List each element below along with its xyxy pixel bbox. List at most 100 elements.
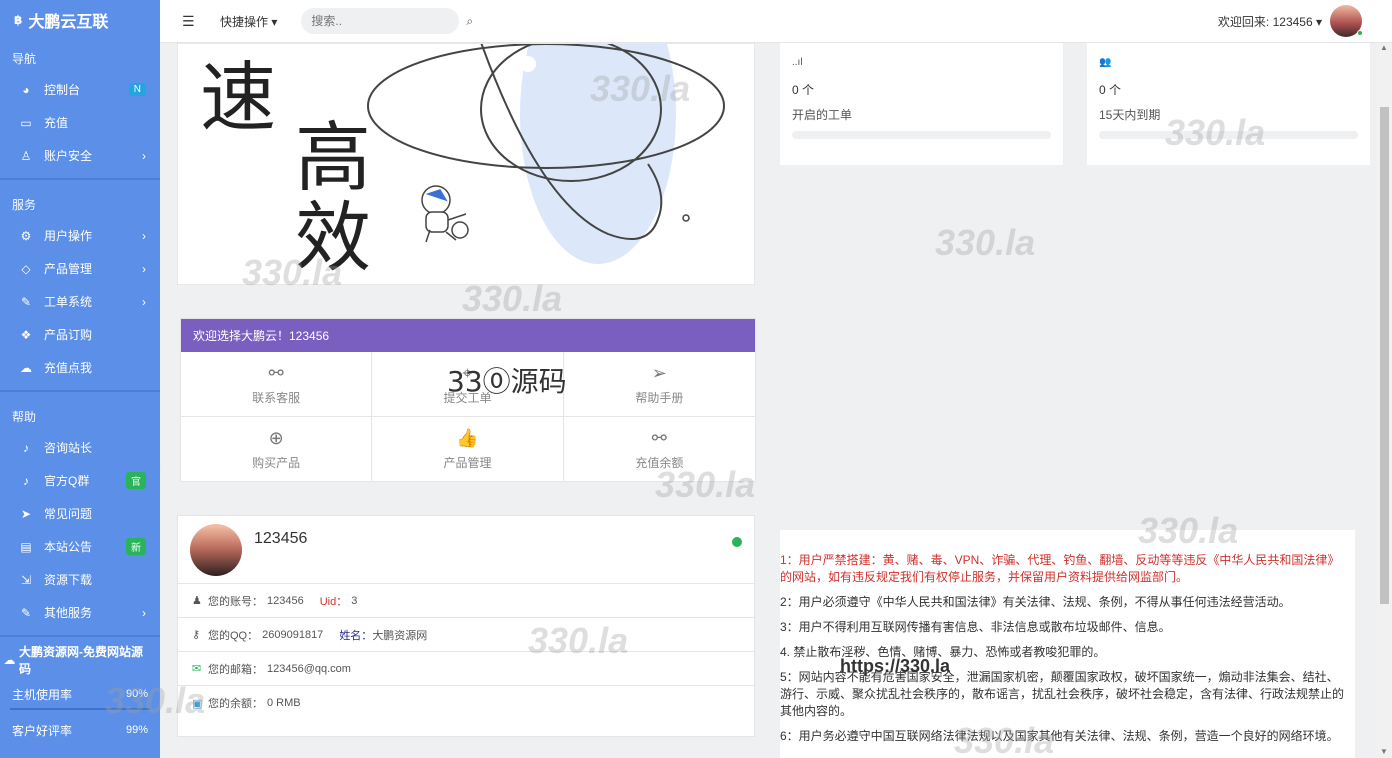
sidebar-item-user-ops[interactable]: ⚙ 用户操作 ›	[0, 219, 160, 252]
sidebar-item-label: 产品订购	[44, 328, 93, 342]
brand[interactable]: ฿ 大鹏云互联	[0, 0, 160, 40]
sidebar-item-label: 常见问题	[44, 507, 93, 521]
sidebar-item-dashboard[interactable]: ◕ 控制台 N	[0, 73, 160, 106]
sidebar-item-label: 咨询站长	[44, 441, 93, 455]
search-input[interactable]	[311, 14, 467, 28]
host-usage-stat: 主机使用率 90%	[0, 676, 160, 712]
profile-header: 123456	[178, 516, 754, 584]
card-label: 15天内到期	[1099, 108, 1161, 122]
stat-value: 99%	[125, 724, 148, 736]
progress-bar	[792, 131, 1051, 139]
hero-char-speed: 速	[200, 53, 276, 142]
bell-icon: ♪	[23, 473, 29, 488]
key-icon: ⚷	[192, 629, 201, 641]
stat-label: 客户好评率	[12, 723, 73, 738]
sidebar-item-recharge[interactable]: ▭ 充值	[0, 106, 160, 139]
field-value: 123456	[267, 594, 304, 607]
official-badge: 官	[126, 472, 146, 489]
avatar[interactable]	[1330, 5, 1363, 37]
search-icon[interactable]: ⌕	[466, 14, 473, 29]
card-count: 0 个	[792, 83, 815, 97]
sidebar-item-label: 充值	[44, 116, 69, 130]
stat-value: 90%	[125, 688, 148, 700]
sidebar-item-account-security[interactable]: ♙ 账户安全 ›	[0, 139, 160, 172]
section-title-nav: 导航	[12, 52, 37, 66]
scroll-up-icon[interactable]: ▲	[1380, 43, 1388, 52]
profile-avatar	[190, 523, 242, 576]
field-label: 您的余额：	[208, 698, 263, 710]
chevron-right-icon: ›	[142, 148, 146, 163]
notice-panel: 1：用户严禁搭建：黄、赌、毒、VPN、诈骗、代理、钓鱼、翻墙、反动等等违反《中华…	[780, 530, 1355, 758]
shortcut-help-manual[interactable]: ➢ 帮助手册	[563, 352, 755, 417]
quick-actions-dropdown[interactable]: 快捷操作 ▾	[220, 13, 277, 30]
profile-panel: 123456 ♟ 您的账号： 123456 Uid： 3 ⚷ 您的QQ： 260…	[177, 515, 755, 737]
search-box: ⌕	[301, 8, 473, 34]
sidebar-item-label: 充值点我	[44, 361, 93, 375]
profile-row-qq: ⚷ 您的QQ： 2609091817 姓名： 大鹏资源网	[178, 618, 754, 652]
page-scrollbar[interactable]: ▲ ▼	[1377, 43, 1392, 758]
field-label: 您的账号：	[208, 595, 263, 608]
sidebar-item-recharge-me[interactable]: ☁ 充值点我	[0, 351, 160, 384]
shortcut-label: 充值余额	[635, 456, 684, 470]
shortcut-buy-product[interactable]: ⊕ 购买产品	[181, 417, 373, 482]
sidebar: ฿ 大鹏云互联 导航 ◕ 控制台 N ▭ 充值 ♙ 账户安全 › 服务 ⚙ 用户…	[0, 0, 160, 758]
sidebar-item-other-services[interactable]: ✎ 其他服务 ›	[0, 596, 160, 629]
hero-char-effect: 效	[295, 193, 371, 282]
doc-icon: ▤	[20, 539, 32, 554]
mail-icon: ✉	[192, 663, 202, 675]
scroll-thumb[interactable]	[1380, 107, 1389, 604]
user-menu[interactable]: 欢迎回来: 123456 ▾	[1218, 13, 1322, 30]
shortcut-label: 产品管理	[443, 456, 492, 470]
profile-row-balance: ▣ 您的余额： 0 RMB	[178, 686, 754, 720]
shortcut-contact-support[interactable]: ⚯ 联系客服	[181, 352, 373, 417]
sidebar-item-ticket-system[interactable]: ✎ 工单系统 ›	[0, 285, 160, 318]
expiring-card: 👥 0 个 15天内到期	[1087, 43, 1370, 165]
shortcut-recharge-balance[interactable]: ⚯ 充值余额	[564, 417, 755, 482]
sidebar-item-promo[interactable]: ☁ 大鹏资源网-免费网站源码	[0, 643, 160, 676]
link-icon: ⚯	[268, 362, 284, 383]
sidebar-item-label: 官方Q群	[44, 474, 90, 488]
scroll-down-icon[interactable]: ▼	[1380, 747, 1388, 756]
divider	[0, 390, 160, 392]
field-value: 0 RMB	[267, 697, 301, 709]
sidebar-item-product-manage[interactable]: ◇ 产品管理 ›	[0, 252, 160, 285]
sidebar-item-consult[interactable]: ♪ 咨询站长	[0, 431, 160, 464]
sidebar-item-product-order[interactable]: ❖ 产品订购	[0, 318, 160, 351]
sidebar-item-label: 资源下载	[44, 573, 93, 587]
name-value: 大鹏资源网	[372, 629, 428, 642]
link-icon: ⚯	[651, 428, 667, 448]
notice-item: 2：用户必须遵守《中华人民共和国法律》有关法律、法规、条例，不得从事任何违法经营…	[780, 595, 1291, 609]
card-icon: ▭	[20, 115, 32, 130]
new-badge: N	[128, 83, 146, 96]
users-icon: 👥	[1099, 57, 1112, 68]
new-badge: 新	[126, 538, 146, 555]
shortcut-product-manage[interactable]: 👍 产品管理	[372, 417, 564, 482]
edit-icon: ✎	[20, 605, 32, 620]
sidebar-item-qq-group[interactable]: ♪ 官方Q群 官	[0, 464, 160, 497]
field-value: 2609091817	[262, 628, 324, 641]
uid-value: 3	[351, 594, 358, 607]
field-label: 您的QQ：	[208, 629, 259, 642]
sidebar-item-label: 账户安全	[44, 149, 93, 163]
watermark: 330.la	[935, 222, 1036, 263]
menu-toggle-icon[interactable]: ☰	[182, 13, 198, 30]
notice-item: 1：用户严禁搭建：黄、赌、毒、VPN、诈骗、代理、钓鱼、翻墙、反动等等违反《中华…	[780, 553, 1340, 584]
signal-icon: ..ıl	[792, 57, 803, 68]
chevron-right-icon: ›	[142, 261, 146, 276]
sidebar-item-announcement[interactable]: ▤ 本站公告 新	[0, 530, 160, 563]
sidebar-item-faq[interactable]: ➤ 常见问题	[0, 497, 160, 530]
sidebar-item-download[interactable]: ⇲ 资源下载	[0, 563, 160, 596]
card-count: 0 个	[1099, 83, 1122, 97]
rating-stat: 客户好评率 99%	[0, 712, 160, 748]
shortcuts-panel: 欢迎选择大鹏云！123456 ⚯ 联系客服 ⌖ 提交工单 ➢ 帮助手册 ⊕ 购买…	[180, 318, 756, 482]
hero-banner: 速 高 效	[177, 43, 755, 285]
gear-icon: ⚙	[20, 228, 32, 243]
profile-row-email: ✉ 您的邮箱： 123456@qq.com	[178, 652, 754, 686]
edit-icon: ✎	[20, 294, 32, 309]
section-title-help: 帮助	[12, 410, 37, 424]
bell-icon: ♪	[23, 440, 29, 455]
send-icon: ➢	[651, 362, 667, 383]
shortcut-label: 购买产品	[252, 456, 301, 470]
bitcoin-logo-icon: ฿	[14, 13, 23, 27]
field-value: 123456@qq.com	[267, 662, 351, 675]
